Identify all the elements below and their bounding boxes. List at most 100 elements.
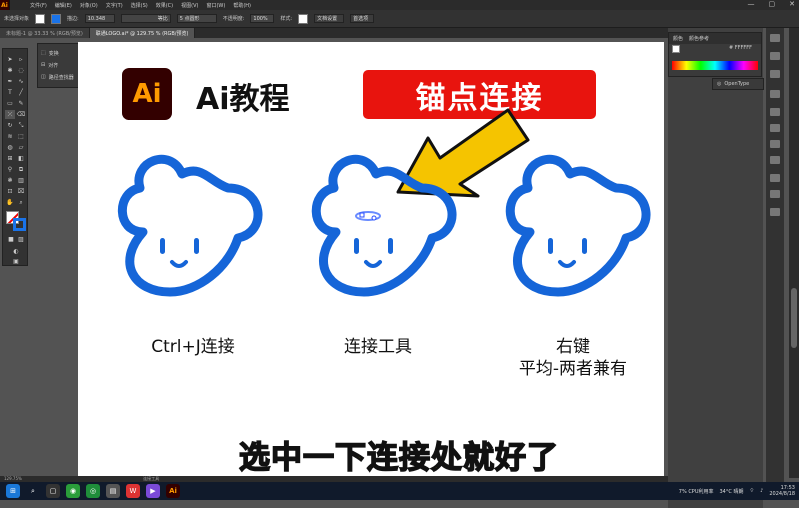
- draw-mode-icon[interactable]: ◐: [11, 247, 21, 256]
- perspective-icon[interactable]: ▱: [16, 143, 26, 152]
- join-tool-icon[interactable]: ⤫: [5, 110, 15, 119]
- cpu-usage: 7% CPU利用率: [678, 488, 714, 495]
- color-mode-icon[interactable]: ■: [6, 235, 16, 244]
- clock[interactable]: 17:53 2024/8/18: [769, 485, 795, 497]
- free-transform-icon[interactable]: ⬚: [16, 132, 26, 141]
- search-icon[interactable]: ⌕: [26, 484, 40, 498]
- stroke-swatch[interactable]: [51, 13, 62, 24]
- eraser-icon[interactable]: ⌫: [16, 110, 26, 119]
- fill-color-chip[interactable]: [672, 45, 680, 53]
- weather-widget[interactable]: 34°C 晴朗: [720, 488, 744, 495]
- panel-item-pathfinder[interactable]: ◫ 路径查找器: [41, 71, 78, 83]
- zoom-tool-icon[interactable]: ⌕: [16, 198, 26, 207]
- transparency-icon[interactable]: [770, 140, 780, 148]
- video-subtitle: 选中一下连接处就好了: [238, 439, 559, 476]
- vertical-scrollbar[interactable]: [789, 28, 799, 478]
- symbols-icon[interactable]: [770, 70, 780, 78]
- hex-field[interactable]: # FFFFFF: [729, 45, 752, 51]
- blend-icon[interactable]: ⧉: [16, 165, 26, 174]
- stroke-panel-icon[interactable]: [770, 108, 780, 116]
- type-tool-icon[interactable]: T: [5, 88, 15, 97]
- width-tool-icon[interactable]: ≋: [5, 132, 15, 141]
- slice-tool-icon[interactable]: ⌧: [16, 187, 26, 196]
- swatches-icon[interactable]: [770, 34, 780, 42]
- rotate-tool-icon[interactable]: ↻: [5, 121, 15, 130]
- wps-icon[interactable]: W: [126, 484, 140, 498]
- magic-wand-icon[interactable]: ✱: [5, 66, 15, 75]
- stroke-box[interactable]: [13, 218, 26, 231]
- menu-bar: 文件(F) 编辑(E) 对象(O) 文字(T) 选择(S) 效果(C) 视图(V…: [30, 2, 251, 9]
- scroll-thumb[interactable]: [791, 288, 797, 348]
- direct-selection-tool-icon[interactable]: ▹: [16, 55, 26, 64]
- menu-type[interactable]: 文字(T): [106, 2, 123, 9]
- menu-view[interactable]: 视图(V): [181, 2, 198, 9]
- pen-tool-icon[interactable]: ✒: [5, 77, 15, 86]
- eyedropper-icon[interactable]: ⚲: [5, 165, 15, 174]
- windows-start-icon[interactable]: ⊞: [6, 484, 20, 498]
- graphic-styles-icon[interactable]: [770, 90, 780, 98]
- fill-stroke-widget[interactable]: [6, 211, 26, 231]
- panel-item-transform[interactable]: ⬚ 变换: [41, 47, 78, 59]
- style-swatch[interactable]: [298, 13, 309, 24]
- color-spectrum[interactable]: [672, 61, 758, 70]
- tab-color[interactable]: 颜色: [673, 35, 683, 42]
- shape-builder-icon[interactable]: ◍: [5, 143, 15, 152]
- style-label: 样式:: [280, 16, 293, 22]
- gradient-icon[interactable]: ◧: [16, 154, 26, 163]
- illustrator-taskbar-icon[interactable]: Ai: [166, 484, 180, 498]
- anchor-points-selection[interactable]: [355, 211, 381, 221]
- graph-tool-icon[interactable]: ▥: [16, 176, 26, 185]
- rectangle-tool-icon[interactable]: ▭: [5, 99, 15, 108]
- tab-color-guide[interactable]: 颜色参考: [689, 35, 709, 42]
- zoom-level[interactable]: 129.75%: [4, 476, 22, 481]
- symbol-sprayer-icon[interactable]: ❃: [5, 176, 15, 185]
- menu-window[interactable]: 窗口(W): [206, 2, 225, 9]
- browser-icon[interactable]: ◎: [86, 484, 100, 498]
- network-icon[interactable]: ⌔: [749, 488, 754, 494]
- stroke-weight-field[interactable]: 10.348: [84, 14, 115, 23]
- menu-select[interactable]: 选择(S): [131, 2, 148, 9]
- video-app-icon[interactable]: ▶: [146, 484, 160, 498]
- brushes-icon[interactable]: [770, 52, 780, 60]
- gradient-mode-icon[interactable]: ▨: [16, 235, 26, 244]
- fill-swatch[interactable]: [35, 13, 46, 24]
- maximize-button[interactable]: ▢: [769, 0, 776, 8]
- close-button[interactable]: ✕: [789, 0, 795, 8]
- wechat-icon[interactable]: ◉: [66, 484, 80, 498]
- doc-setup-button[interactable]: 文档设置: [314, 14, 345, 23]
- artboard-tool-icon[interactable]: ⊡: [5, 187, 15, 196]
- curvature-icon[interactable]: ∿: [16, 77, 26, 86]
- task-view-icon[interactable]: ▢: [46, 484, 60, 498]
- menu-effect[interactable]: 效果(C): [156, 2, 173, 9]
- mesh-icon[interactable]: ⊞: [5, 154, 15, 163]
- screen-mode-icon[interactable]: ▣: [11, 257, 21, 266]
- gradient-panel-icon[interactable]: [770, 124, 780, 132]
- minimize-button[interactable]: —: [748, 0, 755, 8]
- opentype-panel[interactable]: ◎ OpenType: [712, 78, 764, 90]
- scale-tool-icon[interactable]: ⤡: [16, 121, 26, 130]
- panel-item-align[interactable]: ⊟ 对齐: [41, 59, 78, 71]
- appearance-icon[interactable]: [770, 156, 780, 164]
- stroke-label: 描边:: [67, 16, 79, 22]
- lasso-icon[interactable]: ◌: [16, 66, 26, 75]
- layers-icon[interactable]: [770, 174, 780, 182]
- stroke-profile-select[interactable]: 等比: [120, 14, 171, 23]
- line-tool-icon[interactable]: ╱: [16, 88, 26, 97]
- selection-tool-icon[interactable]: ➤: [5, 55, 15, 64]
- volume-icon[interactable]: ♪: [760, 488, 763, 494]
- menu-help[interactable]: 帮助(H): [233, 2, 251, 9]
- app-icon[interactable]: ▤: [106, 484, 120, 498]
- artboard-canvas[interactable]: Ai Ai教程 锚点连接 Ctrl+J连接 连接工具 右键 平均-两者兼有 选中…: [78, 42, 664, 476]
- comments-icon[interactable]: [770, 208, 780, 216]
- brush-select[interactable]: 5 点圆形: [176, 14, 217, 23]
- menu-object[interactable]: 对象(O): [80, 2, 98, 9]
- brush-tool-icon[interactable]: ✎: [16, 99, 26, 108]
- opacity-field[interactable]: 100%: [250, 14, 275, 23]
- menu-file[interactable]: 文件(F): [30, 2, 47, 9]
- hand-tool-icon[interactable]: ✋: [5, 198, 15, 207]
- tab-logo[interactable]: 联通LOGO.ai* @ 129.75 % (RGB/预览): [89, 28, 196, 38]
- preferences-button[interactable]: 首选项: [350, 14, 375, 23]
- menu-edit[interactable]: 编辑(E): [55, 2, 72, 9]
- tab-untitled[interactable]: 未标题-1 @ 33.33 % (RGB/预览): [0, 28, 90, 38]
- artboards-icon[interactable]: [770, 190, 780, 198]
